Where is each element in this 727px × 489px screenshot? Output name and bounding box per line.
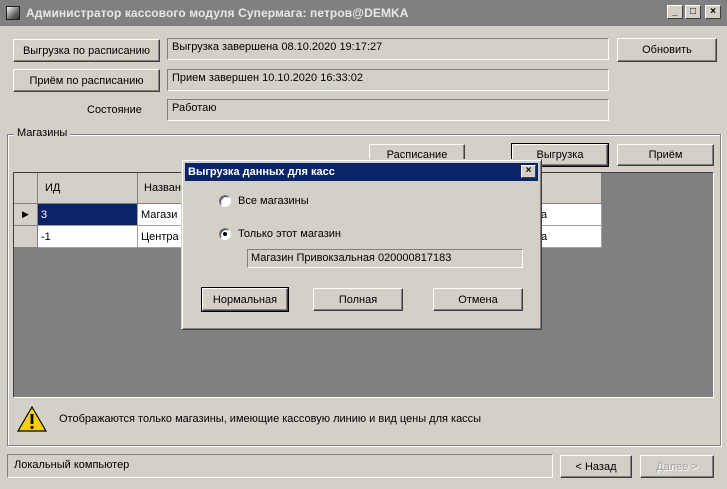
store-name-field: Магазин Привокзальная 020000817183 — [247, 249, 523, 268]
receive-button[interactable]: Приём — [617, 144, 714, 166]
radio-all-stores-label[interactable]: Все магазины — [238, 195, 309, 207]
cell-name-text: Центра — [141, 230, 179, 243]
table-row-id[interactable]: 3 — [38, 204, 138, 226]
dialog-title: Выгрузка данных для касс — [188, 166, 335, 178]
receive-status-field: Прием завершен 10.10.2020 16:33:02 — [167, 69, 609, 91]
app-icon — [6, 6, 20, 20]
state-label: Состояние — [87, 104, 142, 116]
row-indicator: ▶ — [14, 204, 38, 226]
receive-schedule-button[interactable]: Приём по расписанию — [13, 69, 160, 92]
warning-icon — [17, 406, 47, 432]
stores-group-caption: Магазины — [14, 127, 71, 139]
cell-name-text: Магази — [141, 208, 178, 221]
warning-text: Отображаются только магазины, имеющие ка… — [59, 413, 482, 425]
state-field: Работаю — [167, 99, 609, 121]
computer-status-field: Локальный компьютер — [7, 454, 553, 478]
back-button[interactable]: < Назад — [560, 455, 632, 478]
radio-all-stores[interactable] — [219, 195, 231, 207]
radio-this-store[interactable] — [219, 228, 231, 240]
next-button: Далее > — [640, 455, 714, 478]
title-bar: Администратор кассового модуля Супермага… — [0, 0, 727, 26]
dialog-close-button[interactable]: × — [521, 165, 536, 178]
upload-dialog: Выгрузка данных для касс × Все магазины … — [181, 159, 542, 330]
row-indicator — [14, 226, 38, 248]
cancel-button[interactable]: Отмена — [433, 288, 523, 311]
window-title: Администратор кассового модуля Супермага… — [26, 6, 409, 20]
radio-this-store-label[interactable]: Только этот магазин — [238, 228, 341, 240]
dialog-title-bar: Выгрузка данных для касс × — [185, 163, 538, 181]
column-header-id[interactable]: ИД — [38, 173, 138, 204]
close-button[interactable]: × — [705, 5, 721, 19]
upload-schedule-button[interactable]: Выгрузка по расписанию — [13, 39, 160, 62]
full-upload-button[interactable]: Полная — [313, 288, 403, 311]
grid-corner — [14, 173, 38, 204]
maximize-button[interactable]: □ — [685, 5, 701, 19]
table-row-id[interactable]: -1 — [38, 226, 138, 248]
normal-upload-button[interactable]: Нормальная — [201, 287, 289, 312]
minimize-button[interactable]: _ — [667, 5, 683, 19]
upload-status-field: Выгрузка завершена 08.10.2020 19:17:27 — [167, 38, 609, 60]
refresh-button[interactable]: Обновить — [617, 38, 717, 62]
